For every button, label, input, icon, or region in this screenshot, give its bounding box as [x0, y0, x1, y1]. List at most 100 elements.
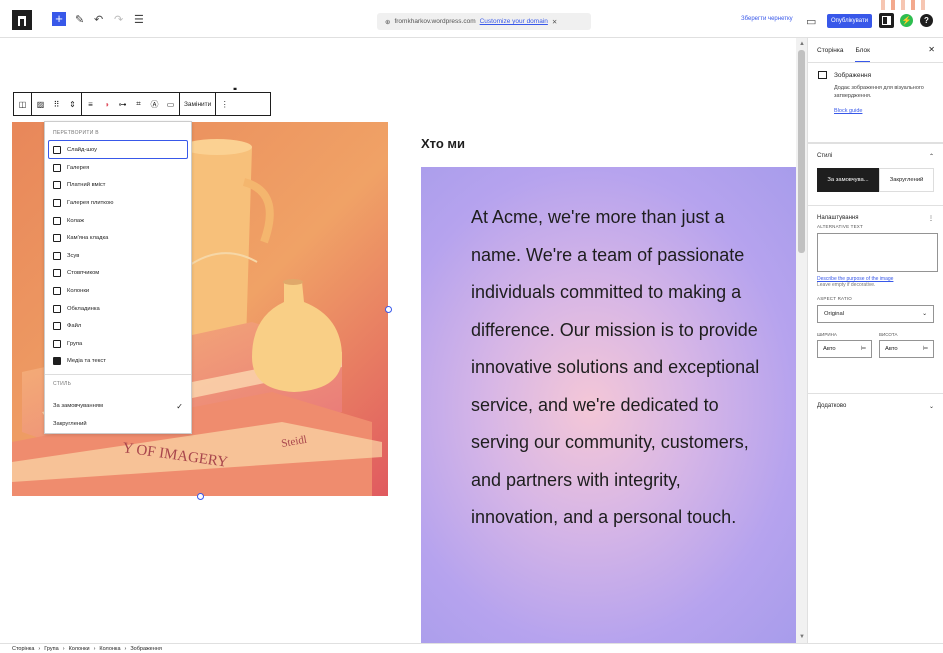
breadcrumb-columns[interactable]: Колонки — [69, 646, 90, 652]
close-icon[interactable]: ✕ — [928, 45, 935, 54]
chevron-down-icon[interactable]: ⌄ — [929, 403, 934, 410]
transform-item-gallery[interactable]: Галерея — [45, 159, 191, 177]
transform-item-label: Галерея — [67, 164, 90, 171]
publish-button[interactable]: Опублікувати — [827, 14, 872, 28]
transform-item-cover[interactable]: Обкладинка — [45, 300, 191, 318]
breadcrumb-column[interactable]: Колонка — [99, 646, 120, 652]
transform-item-group[interactable]: Група — [45, 335, 191, 353]
more-options-icon[interactable]: ⋮ — [928, 215, 934, 222]
scroll-up-icon[interactable]: ▲ — [799, 41, 805, 47]
transform-item-label: Кам'яна кладка — [67, 235, 109, 242]
block-guide-link[interactable]: Block guide — [834, 108, 862, 114]
collage-icon — [53, 216, 61, 225]
text-overlay-icon[interactable]: Ⓐ — [150, 100, 159, 109]
transform-item-label: Обкладинка — [67, 305, 100, 312]
alt-text-field[interactable] — [817, 233, 938, 272]
drag-handle-icon[interactable]: ⠿ — [52, 100, 61, 109]
link-icon[interactable]: ⊶ — [118, 100, 127, 109]
about-heading[interactable]: Хто ми — [421, 136, 465, 151]
caption-icon[interactable]: ▭ — [166, 100, 175, 109]
style-default-button[interactable]: За замовчува... — [817, 168, 879, 192]
customize-domain-link[interactable]: Customize your domain — [480, 18, 548, 25]
breadcrumb-page[interactable]: Сторінка — [12, 646, 34, 652]
about-group-block[interactable]: At Acme, we're more than just a name. We… — [421, 167, 796, 643]
stacked-icon — [53, 269, 61, 278]
help-icon[interactable]: ? — [920, 14, 933, 27]
width-input[interactable]: Авто ⊨ — [817, 340, 872, 358]
transform-item-media-text[interactable]: Медіа та текст — [45, 353, 191, 371]
undo-icon[interactable]: ↶ — [94, 11, 103, 27]
transform-item-stacked[interactable]: Стовпчиком — [45, 265, 191, 283]
settings-sidebar: Сторінка Блок ✕ Зображення Додає зображе… — [807, 38, 943, 643]
settings-panel-title: Налаштування — [817, 215, 859, 221]
transform-item-columns[interactable]: Колонки — [45, 282, 191, 300]
site-url-bar[interactable]: ⊕ fromkharkov.wordpress.com Customize yo… — [377, 13, 591, 30]
document-overview-icon[interactable]: ☰ — [134, 11, 144, 27]
redo-icon[interactable]: ↷ — [114, 11, 123, 27]
parent-select-segment[interactable]: ◫ — [14, 93, 32, 115]
move-up-down-icon[interactable]: ⇕ — [68, 100, 77, 109]
advanced-panel[interactable]: Додатково ⌄ — [808, 393, 943, 418]
transform-item-masonry[interactable]: Кам'яна кладка — [45, 229, 191, 247]
alt-text-label: Alternative text — [817, 224, 863, 229]
site-icon[interactable] — [12, 10, 32, 30]
block-type-segment[interactable]: ▨ ⠿ ⇕ — [32, 93, 82, 115]
replace-segment[interactable]: Замінити — [180, 93, 217, 115]
paid-content-icon — [53, 181, 61, 190]
aspect-ratio-select[interactable]: Original ⌄ — [817, 305, 934, 323]
add-block-button[interactable]: + — [52, 12, 66, 26]
style-item-default[interactable]: За замовчуванням ✓ — [45, 397, 191, 415]
unit-icon[interactable]: ⊨ — [861, 346, 866, 352]
resize-handle-bottom[interactable] — [197, 493, 204, 500]
more-options-icon[interactable]: ⋮ — [220, 100, 229, 109]
breadcrumb-group[interactable]: Група — [44, 646, 58, 652]
styles-row: За замовчува... Закруглений — [817, 168, 934, 192]
scroll-thumb[interactable] — [798, 50, 805, 253]
save-draft-button[interactable]: Зберегти чернетку — [741, 16, 793, 22]
editor-canvas[interactable]: лі — [0, 38, 796, 643]
style-rounded-button[interactable]: Закруглений — [879, 168, 934, 192]
about-paragraph[interactable]: At Acme, we're more than just a name. We… — [471, 199, 771, 537]
styles-panel: Стилі ⌃ За замовчува... Закруглений — [808, 143, 943, 205]
duotone-icon[interactable]: ◑ — [102, 100, 111, 109]
pencil-tool-icon[interactable]: ✎ — [75, 11, 84, 27]
transform-item-tiled-gallery[interactable]: Галерея плиткою — [45, 194, 191, 212]
options-segment[interactable]: ⋮ — [216, 93, 233, 115]
transform-item-label: Колаж — [67, 217, 84, 224]
crop-icon[interactable]: ⌗ — [134, 99, 143, 109]
width-control: Ширина Авто ⊨ — [817, 332, 872, 358]
editor-root: + ✎ ↶ ↷ ☰ ⊕ fromkharkov.wordpress.com Cu… — [0, 0, 943, 653]
tab-page[interactable]: Сторінка — [817, 47, 843, 54]
style-item-rounded[interactable]: Закруглений — [45, 415, 191, 433]
image-icon — [818, 71, 827, 79]
tab-block[interactable]: Блок — [855, 39, 870, 62]
settings-sidebar-toggle-icon[interactable] — [879, 13, 894, 28]
styles-heading: Стиль — [53, 381, 72, 388]
columns-icon — [53, 286, 61, 295]
jetpack-icon[interactable]: ⚡ — [900, 14, 913, 27]
chevron-up-icon[interactable]: ⌃ — [929, 153, 934, 160]
transform-item-collage[interactable]: Колаж — [45, 212, 191, 230]
transform-item-offset[interactable]: Зсув — [45, 247, 191, 265]
columns-parent-icon[interactable]: ◫ — [18, 100, 27, 109]
scroll-down-icon[interactable]: ▼ — [799, 634, 805, 640]
transform-item-file[interactable]: Файл — [45, 317, 191, 335]
align-icon[interactable]: ≡ — [86, 100, 95, 109]
replace-button[interactable]: Замінити — [184, 101, 211, 108]
styles-panel-header[interactable]: Стилі ⌃ — [808, 144, 943, 168]
transform-item-slideshow[interactable]: Слайд-шоу — [48, 140, 188, 159]
image-block-icon[interactable]: ▨ — [36, 100, 45, 109]
resize-handle-right[interactable] — [385, 306, 392, 313]
transform-item-paid-content[interactable]: Платний вміст — [45, 177, 191, 195]
height-input[interactable]: Авто ⊨ — [879, 340, 934, 358]
unit-icon[interactable]: ⊨ — [923, 346, 928, 352]
advanced-panel-header[interactable]: Додатково ⌄ — [808, 394, 943, 418]
advanced-panel-title: Додатково — [817, 403, 847, 409]
styles-panel-title: Стилі — [817, 153, 833, 159]
close-icon[interactable]: ✕ — [552, 18, 557, 26]
breadcrumb-separator-icon: › — [38, 645, 41, 652]
preview-icon[interactable]: ▭ — [806, 13, 816, 29]
breadcrumb-image[interactable]: Зображення — [130, 646, 161, 652]
canvas-scrollbar[interactable]: ▲ ▼ — [796, 38, 807, 643]
transform-dropdown: Перетворити в Слайд-шоу Галерея Платний … — [44, 121, 192, 434]
